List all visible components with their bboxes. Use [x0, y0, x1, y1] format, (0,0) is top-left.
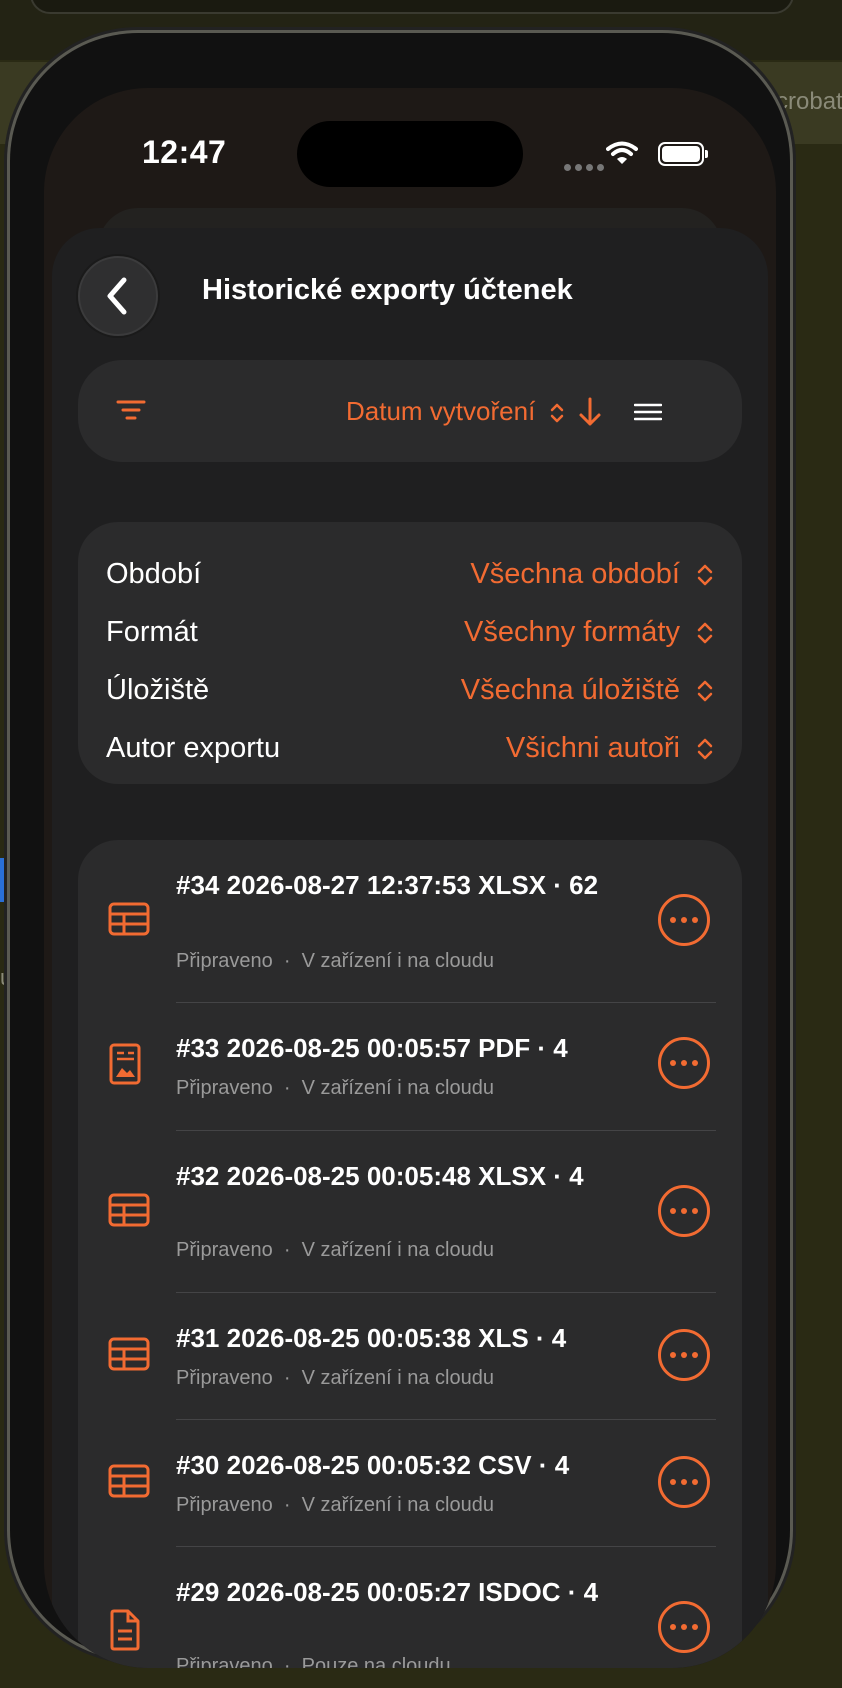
more-actions-button[interactable] — [658, 1456, 710, 1508]
pdf-document-icon — [109, 1043, 141, 1085]
list-item[interactable]: #34 2026-08-27 12:37:53 XLSX · 62 Připra… — [78, 840, 742, 1002]
filter-value[interactable]: Všichni autoři — [506, 732, 680, 765]
export-status: Připraveno — [176, 1239, 273, 1261]
separator-dot: · — [283, 1077, 291, 1099]
chevron-left-icon — [107, 277, 127, 315]
export-title: #31 2026-08-25 00:05:38 XLS · 4 — [176, 1323, 567, 1353]
export-status: Připraveno — [176, 1655, 273, 1668]
table-icon — [108, 1193, 150, 1227]
export-status: Připraveno — [176, 950, 273, 972]
sort-toolbar: Datum vytvoření — [78, 360, 742, 462]
filter-label: Úložiště — [106, 674, 210, 706]
menu-icon[interactable] — [634, 403, 662, 421]
page-title: Historické exporty účtenek — [202, 274, 573, 306]
filter-value[interactable]: Všechna období — [470, 558, 680, 591]
more-actions-button[interactable] — [658, 1329, 710, 1381]
table-icon — [108, 1337, 150, 1371]
export-title: #30 2026-08-25 00:05:32 CSV · 4 — [176, 1450, 570, 1480]
filter-label: Období — [106, 558, 202, 590]
filters-card: Období Všechna období Formát Všechny for… — [78, 522, 742, 784]
filter-row-format[interactable]: Formát Všechny formáty — [106, 602, 714, 658]
chevron-up-down-icon — [550, 403, 563, 423]
document-icon — [110, 1609, 140, 1651]
chevron-up-down-icon — [697, 622, 713, 644]
desktop-window-text: crobat — [776, 88, 842, 115]
export-storage: V zařízení i na cloudu — [301, 1239, 494, 1261]
export-status: Připraveno — [176, 1367, 273, 1389]
export-status-line: Připraveno · V zařízení i na cloudu — [176, 1077, 494, 1100]
export-title: #32 2026-08-25 00:05:48 XLSX · 4 — [176, 1161, 584, 1191]
phone-frame: 12:47 Historické exporty účtenek Datum v… — [10, 33, 790, 1668]
list-item[interactable]: #30 2026-08-25 00:05:32 CSV · 4 Připrave… — [78, 1420, 742, 1546]
export-title: #34 2026-08-27 12:37:53 XLSX · 62 — [176, 870, 599, 900]
table-icon — [108, 1464, 150, 1498]
list-item[interactable]: #29 2026-08-25 00:05:27 ISDOC · 4 Připra… — [78, 1547, 742, 1668]
export-storage: V zařízení i na cloudu — [301, 1494, 494, 1516]
status-time: 12:47 — [142, 134, 227, 170]
arrow-down-icon[interactable] — [578, 396, 602, 428]
chevron-up-down-icon — [697, 564, 713, 586]
filter-label: Formát — [106, 616, 198, 648]
cellular-signal-icon — [564, 158, 608, 176]
desktop-app-icon — [0, 858, 10, 902]
filter-row-storage[interactable]: Úložiště Všechna úložiště — [106, 660, 714, 716]
export-status-line: Připraveno · V zařízení i na cloudu — [176, 1239, 494, 1262]
back-button[interactable] — [78, 256, 158, 336]
export-status: Připraveno — [176, 1494, 273, 1516]
export-status-line: Připraveno · V zařízení i na cloudu — [176, 1494, 494, 1517]
list-item[interactable]: #31 2026-08-25 00:05:38 XLS · 4 Připrave… — [78, 1293, 742, 1419]
chevron-up-down-icon — [697, 680, 713, 702]
sort-field-button[interactable]: Datum vytvoření — [346, 396, 565, 427]
filter-icon[interactable] — [116, 398, 146, 422]
export-status-line: Připraveno · Pouze na cloudu — [176, 1655, 451, 1668]
more-actions-button[interactable] — [658, 1037, 710, 1089]
separator-dot: · — [283, 950, 291, 972]
more-actions-button[interactable] — [658, 1601, 710, 1653]
list-item[interactable]: #33 2026-08-25 00:05:57 PDF · 4 Připrave… — [78, 1003, 742, 1129]
phone-screen: 12:47 Historické exporty účtenek Datum v… — [44, 88, 776, 1668]
list-item[interactable]: #32 2026-08-25 00:05:48 XLSX · 4 Připrav… — [78, 1131, 742, 1292]
sort-field-label: Datum vytvoření — [346, 396, 536, 426]
export-storage: V zařízení i na cloudu — [301, 950, 494, 972]
separator-dot: · — [283, 1239, 291, 1261]
export-title: #33 2026-08-25 00:05:57 PDF · 4 — [176, 1033, 568, 1063]
filter-value[interactable]: Všechny formáty — [464, 616, 680, 649]
separator-dot: · — [283, 1655, 291, 1668]
export-status: Připraveno — [176, 1077, 273, 1099]
export-storage: Pouze na cloudu — [301, 1655, 451, 1668]
chevron-up-down-icon — [697, 738, 713, 760]
separator-dot: · — [283, 1494, 291, 1516]
filter-row-period[interactable]: Období Všechna období — [106, 544, 714, 600]
filter-value[interactable]: Všechna úložiště — [461, 674, 680, 707]
filter-row-author[interactable]: Autor exportu Všichni autoři — [106, 718, 714, 774]
dynamic-island — [297, 121, 523, 187]
export-status-line: Připraveno · V zařízení i na cloudu — [176, 950, 494, 973]
export-status-line: Připraveno · V zařízení i na cloudu — [176, 1367, 494, 1390]
battery-icon — [658, 142, 708, 166]
export-storage: V zařízení i na cloudu — [301, 1367, 494, 1389]
more-actions-button[interactable] — [658, 1185, 710, 1237]
exports-list: #34 2026-08-27 12:37:53 XLSX · 62 Připra… — [78, 840, 742, 1668]
table-icon — [108, 902, 150, 936]
export-history-sheet: Historické exporty účtenek Datum vytvoře… — [52, 228, 768, 1668]
wifi-icon — [606, 141, 638, 164]
export-storage: V zařízení i na cloudu — [301, 1077, 494, 1099]
filter-label: Autor exportu — [106, 732, 281, 764]
export-title: #29 2026-08-25 00:05:27 ISDOC · 4 — [176, 1577, 599, 1607]
more-actions-button[interactable] — [658, 894, 710, 946]
separator-dot: · — [283, 1367, 291, 1389]
desktop-window-edge — [30, 0, 794, 14]
